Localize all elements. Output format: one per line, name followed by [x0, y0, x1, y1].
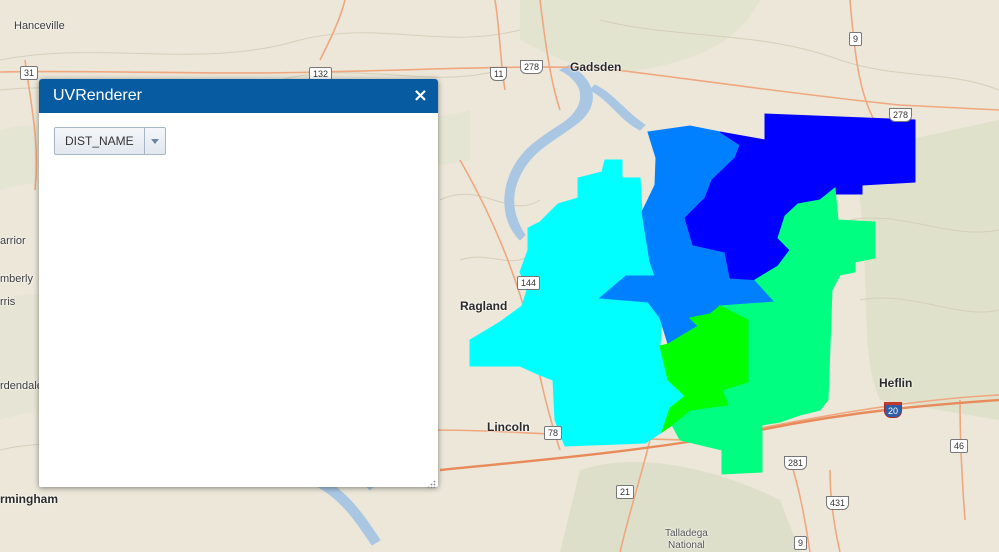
- panel-body: DIST_NAME: [39, 113, 438, 169]
- chevron-down-icon[interactable]: [143, 128, 165, 154]
- place-label-talladega-forest: Talladega National: [665, 528, 708, 552]
- place-label-gardendale: rdendale: [0, 380, 43, 392]
- place-label-talladega-line1: Talladega: [665, 528, 708, 539]
- route-shield-78: 78: [544, 426, 563, 440]
- place-label-ragland: Ragland: [460, 299, 508, 313]
- route-shield-11: 11: [490, 67, 508, 81]
- route-shield-278-east: 278: [889, 108, 913, 122]
- route-shield-interstate-20: 20: [884, 402, 903, 418]
- route-shield-46: 46: [950, 439, 969, 453]
- route-shield-144: 144: [517, 276, 541, 290]
- route-shield-9-south: 9: [794, 536, 808, 550]
- field-select-value: DIST_NAME: [65, 134, 134, 148]
- uvrenderer-panel: UVRenderer × DIST_NAME: [39, 79, 438, 489]
- resize-handle-icon[interactable]: [427, 476, 436, 489]
- place-label-gadsden: Gadsden: [570, 60, 622, 74]
- route-shield-21: 21: [616, 485, 635, 499]
- place-label-morris: rris: [0, 296, 16, 308]
- route-shield-431: 431: [826, 496, 850, 510]
- route-shield-9: 9: [849, 32, 863, 46]
- route-shield-31: 31: [20, 66, 39, 80]
- field-select-dropdown[interactable]: DIST_NAME: [54, 127, 166, 155]
- panel-title: UVRenderer: [53, 87, 142, 104]
- place-label-talladega-line2: National: [668, 540, 705, 551]
- place-label-birmingham: rmingham: [0, 492, 59, 506]
- close-button[interactable]: ×: [413, 87, 428, 105]
- place-label-warrior: arrior: [0, 235, 26, 247]
- route-shield-278: 278: [520, 60, 544, 74]
- place-label-lincoln: Lincoln: [487, 420, 530, 434]
- panel-header[interactable]: UVRenderer ×: [39, 79, 438, 113]
- place-label-kimberly: mberly: [0, 273, 34, 285]
- place-label-hanceville: Hanceville: [14, 20, 65, 32]
- route-shield-281: 281: [784, 456, 808, 470]
- place-label-heflin: Heflin: [879, 376, 913, 390]
